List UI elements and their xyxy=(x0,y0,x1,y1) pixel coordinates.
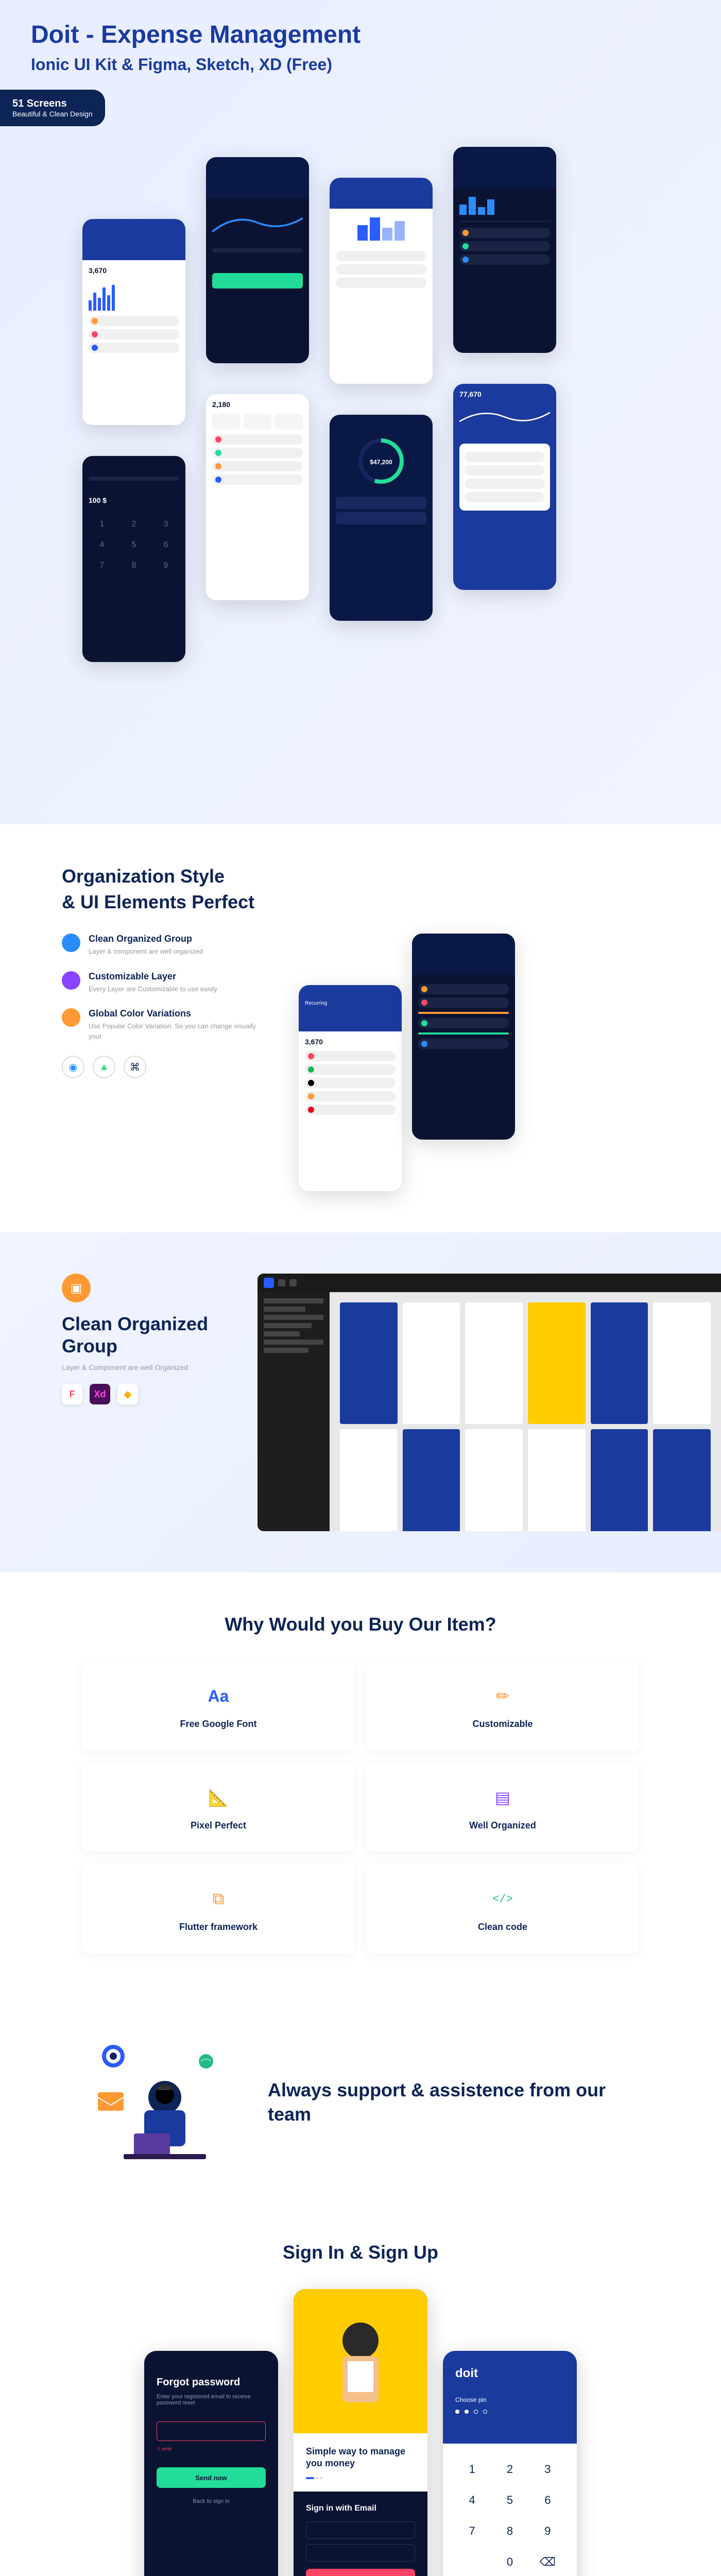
phone-mockup xyxy=(206,157,309,363)
org-subtitle: & UI Elements Perfect xyxy=(62,891,659,913)
back-link[interactable]: Back to sign in xyxy=(157,2498,266,2504)
keypad-key[interactable]: 1 xyxy=(453,2454,491,2485)
code-icon: </> xyxy=(488,1885,517,1913)
phone-mockup xyxy=(330,178,433,384)
email-signin-button[interactable]: Sign in with Email xyxy=(306,2569,415,2576)
editor-mockup xyxy=(258,1274,721,1531)
hero-title: Doit - Expense Management xyxy=(31,21,690,49)
editor-desc: Layer & Component are well Organized xyxy=(62,1363,227,1371)
phone-mockup: 77,670 xyxy=(453,384,556,590)
globe-icon xyxy=(62,1008,80,1027)
hero-subtitle: Ionic UI Kit & Figma, Sketch, XD (Free) xyxy=(31,55,690,74)
hero-mockups: 3,670 xyxy=(31,147,690,714)
editor-title: Clean Organized Group xyxy=(62,1313,227,1357)
why-card: 📐Pixel Perfect xyxy=(82,1762,354,1852)
keypad-backspace[interactable]: ⌫ xyxy=(529,2547,566,2576)
phone-mockup xyxy=(453,147,556,353)
check-icon xyxy=(62,934,80,952)
keypad-key[interactable]: 7 xyxy=(453,2516,491,2547)
ionic-icon: ◉ xyxy=(62,1056,84,1078)
pin-phone: doit Choose pin 1 2 3 4 5 6 7 8 9 0 ⌫ xyxy=(443,2351,577,2576)
figma-icon: F xyxy=(62,1384,82,1404)
signin-title: Sign In & Sign Up xyxy=(0,2242,721,2263)
keypad-key[interactable]: 4 xyxy=(453,2485,491,2516)
send-button[interactable]: Send now xyxy=(157,2467,266,2488)
tool-icons: F Xd ◆ xyxy=(62,1384,227,1404)
folder-icon: ▣ xyxy=(62,1274,91,1302)
pen-icon: ✏ xyxy=(488,1682,517,1710)
xd-icon: Xd xyxy=(90,1384,110,1404)
android-icon: ▲ xyxy=(93,1056,115,1078)
keypad-key[interactable]: 5 xyxy=(491,2485,528,2516)
feature-item: Global Color Variations Use Popular Colo… xyxy=(62,1008,268,1041)
why-card: AaFree Google Font xyxy=(82,1661,354,1750)
why-title: Why Would you Buy Our Item? xyxy=(82,1614,639,1635)
why-grid: AaFree Google Font ✏Customizable 📐Pixel … xyxy=(82,1661,639,1953)
phone-mockup: 2,180 xyxy=(206,394,309,600)
feature-item: Clean Organized Group Layer & component … xyxy=(62,934,268,957)
org-title: Organization Style xyxy=(62,866,659,887)
phone-mockup xyxy=(412,934,515,1140)
layers-icon xyxy=(62,971,80,990)
phone-mockup: $47,200 xyxy=(330,415,433,621)
keypad-key[interactable]: 8 xyxy=(491,2516,528,2547)
keypad-key[interactable]: 3 xyxy=(529,2454,566,2485)
stack-icon: ▤ xyxy=(488,1783,517,1812)
forgot-password-phone: Forgot password Enter your registered em… xyxy=(144,2351,278,2576)
keypad-key xyxy=(453,2547,491,2576)
organization-section: Organization Style & UI Elements Perfect… xyxy=(0,824,721,1232)
keypad-key[interactable]: 2 xyxy=(491,2454,528,2485)
phone-mockup: 3,670 xyxy=(82,219,185,425)
feature-item: Customizable Layer Every Layer are Custo… xyxy=(62,971,268,994)
platform-icons: ◉ ▲ ⌘ xyxy=(62,1056,268,1078)
badge-title: 51 Screens xyxy=(12,98,93,110)
sketch-icon: ◆ xyxy=(117,1384,138,1404)
support-section: Always support & assistence from our tea… xyxy=(0,1994,721,2211)
phone-mockup: Recurring 3,670 xyxy=(299,985,402,1191)
keypad-key[interactable]: 9 xyxy=(529,2516,566,2547)
support-illustration xyxy=(82,2036,237,2170)
font-icon: Aa xyxy=(204,1682,233,1710)
why-card: </>Clean code xyxy=(367,1864,639,1953)
phone-mockup: 100 $ 123 456 789 xyxy=(82,456,185,662)
support-title: Always support & assistence from our tea… xyxy=(268,2078,639,2127)
signin-mockups: Forgot password Enter your registered em… xyxy=(0,2289,721,2576)
onboarding-phone: Simple way to manage you money Sign in w… xyxy=(294,2289,427,2576)
devices-icon: ⧉ xyxy=(204,1885,233,1913)
ruler-icon: 📐 xyxy=(204,1783,233,1812)
why-section: Why Would you Buy Our Item? AaFree Googl… xyxy=(0,1572,721,1994)
pin-keypad: 1 2 3 4 5 6 7 8 9 0 ⌫ xyxy=(443,2444,577,2576)
keypad-key[interactable]: 6 xyxy=(529,2485,566,2516)
why-card: ⧉Flutter framework xyxy=(82,1864,354,1953)
keypad-key[interactable]: 0 xyxy=(491,2547,528,2576)
feature-list: Clean Organized Group Layer & component … xyxy=(62,934,268,1078)
why-card: ▤Well Organized xyxy=(367,1762,639,1852)
badge-subtitle: Beautiful & Clean Design xyxy=(12,110,93,118)
editor-section: ▣ Clean Organized Group Layer & Componen… xyxy=(0,1232,721,1572)
apple-icon: ⌘ xyxy=(124,1056,146,1078)
screens-badge: 51 Screens Beautiful & Clean Design xyxy=(0,90,105,126)
org-showcase: Recurring 3,670 xyxy=(299,934,659,1191)
hero-section: Doit - Expense Management Ionic UI Kit &… xyxy=(0,0,721,824)
signin-section: Sign In & Sign Up Forgot password Enter … xyxy=(0,2211,721,2576)
why-card: ✏Customizable xyxy=(367,1661,639,1750)
